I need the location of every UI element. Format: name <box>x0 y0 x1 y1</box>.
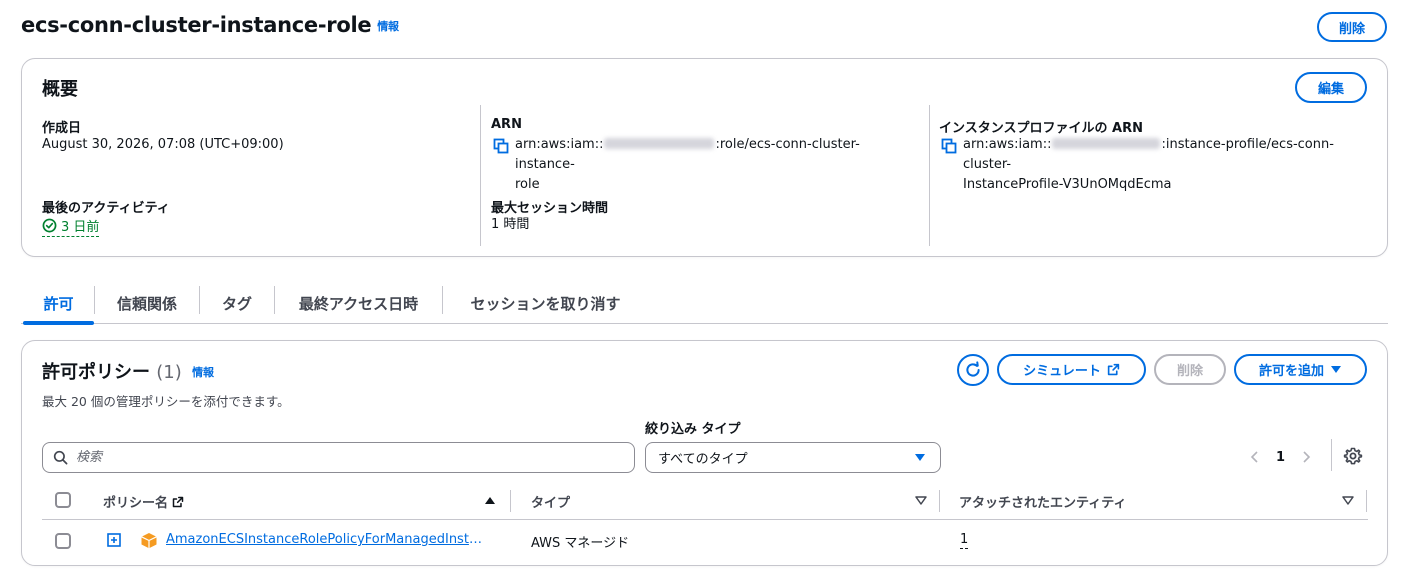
role-name: ecs-conn-cluster-instance-role <box>21 13 372 37</box>
caret-down-icon <box>1331 365 1341 373</box>
tab-trust-relationships[interactable]: 信頼関係 <box>95 284 199 323</box>
column-divider <box>929 105 930 246</box>
column-separator <box>510 490 511 512</box>
redacted-account-id <box>604 138 715 149</box>
redacted-account-id <box>1052 138 1161 149</box>
pagination-divider <box>1331 439 1332 471</box>
page-number[interactable]: 1 <box>1276 450 1285 465</box>
aws-managed-cube-icon <box>141 533 157 549</box>
search-field[interactable] <box>42 442 635 473</box>
delete-role-button[interactable]: 削除 <box>1317 12 1387 42</box>
search-icon <box>53 450 68 465</box>
info-link[interactable]: 情報 <box>377 20 399 33</box>
max-session-value: 1 時間 <box>491 217 530 232</box>
table-header: ポリシー名 タイプ アタッチされたエンティティ <box>42 484 1368 520</box>
tab-permissions[interactable]: 許可 <box>23 284 94 325</box>
arn-label: ARN <box>491 117 522 132</box>
policies-title: 許可ポリシー (1) 情報 <box>42 362 215 383</box>
tab-revoke-sessions[interactable]: セッションを取り消す <box>443 284 648 323</box>
policy-type-cell: AWS マネージド <box>531 536 630 551</box>
summary-card: 概要 編集 作成日 August 30, 2026, 07:08 (UTC+09… <box>21 58 1388 257</box>
chevron-left-icon[interactable] <box>1250 450 1260 464</box>
caret-down-icon <box>915 453 925 461</box>
pagination: 1 <box>1250 445 1311 469</box>
tab-last-accessed[interactable]: 最終アクセス日時 <box>275 284 442 323</box>
sort-icon[interactable] <box>915 495 927 505</box>
info-link[interactable]: 情報 <box>192 366 214 379</box>
type-filter-value: すべてのタイプ <box>658 452 748 467</box>
created-value: August 30, 2026, 07:08 (UTC+09:00) <box>42 137 284 152</box>
select-all-checkbox[interactable] <box>55 492 71 508</box>
policy-name-link[interactable]: AmazonECSInstanceRolePolicyForManagedIns… <box>166 532 486 547</box>
page-header: ecs-conn-cluster-instance-role 情報 削除 <box>21 12 1388 44</box>
external-link-icon <box>172 496 184 507</box>
edit-button[interactable]: 編集 <box>1295 72 1367 103</box>
gear-icon[interactable] <box>1343 446 1363 466</box>
max-session-label: 最大セッション時間 <box>491 201 609 216</box>
external-link-icon <box>1107 363 1120 376</box>
column-header-policy-name[interactable]: ポリシー名 <box>103 492 184 511</box>
column-separator <box>939 490 940 512</box>
instance-profile-value: arn:aws:iam:::instance-profile/ecs-conn-… <box>939 135 1379 195</box>
tab-tags[interactable]: タグ <box>200 284 274 323</box>
last-activity-value: 3 日前 <box>61 220 100 235</box>
policy-name-cell: AmazonECSInstanceRolePolicyForManagedIns… <box>166 532 486 551</box>
table-row: AmazonECSInstanceRolePolicyForManagedIns… <box>42 521 1368 561</box>
policies-count: (1) <box>156 362 182 383</box>
summary-title: 概要 <box>42 79 78 100</box>
column-header-type[interactable]: タイプ <box>531 492 570 511</box>
instance-profile-label: インスタンスプロファイルの ARN <box>939 121 1143 136</box>
type-filter-select[interactable]: すべてのタイプ <box>645 442 941 473</box>
check-circle-icon <box>42 218 57 233</box>
row-checkbox[interactable] <box>55 533 71 549</box>
sort-ascending-icon[interactable] <box>484 495 496 505</box>
refresh-button[interactable] <box>957 354 989 386</box>
attached-entities-cell: 1 <box>960 532 969 549</box>
last-activity-label: 最後のアクティビティ <box>42 201 170 216</box>
page-title: ecs-conn-cluster-instance-role 情報 <box>21 13 399 37</box>
column-separator <box>1366 490 1367 512</box>
copy-icon[interactable] <box>493 138 509 154</box>
column-header-attached-entities[interactable]: アタッチされたエンティティ <box>959 492 1126 511</box>
policies-description: 最大 20 個の管理ポリシーを添付できます。 <box>42 394 290 409</box>
column-divider <box>480 105 481 246</box>
tab-bar: 許可 信頼関係 タグ 最終アクセス日時 セッションを取り消す <box>21 284 1388 325</box>
search-input[interactable] <box>76 450 596 465</box>
permission-policies-card: 許可ポリシー (1) 情報 最大 20 個の管理ポリシーを添付できます。 シミュ… <box>21 340 1388 566</box>
arn-value: arn:aws:iam:::role/ecs-conn-cluster-inst… <box>491 135 911 195</box>
refresh-icon <box>966 361 980 377</box>
copy-icon[interactable] <box>941 138 957 154</box>
filter-type-label: 絞り込み タイプ <box>645 422 741 437</box>
remove-policy-button[interactable]: 削除 <box>1154 354 1226 385</box>
expand-icon[interactable] <box>107 533 121 547</box>
attached-entities-link[interactable]: 1 <box>960 532 969 549</box>
simulate-button[interactable]: シミュレート <box>997 354 1146 385</box>
add-permissions-button[interactable]: 許可を追加 <box>1234 354 1367 385</box>
last-activity-status[interactable]: 3 日前 <box>42 216 100 237</box>
chevron-right-icon[interactable] <box>1301 450 1311 464</box>
created-label: 作成日 <box>42 121 82 136</box>
sort-icon[interactable] <box>1342 495 1354 505</box>
